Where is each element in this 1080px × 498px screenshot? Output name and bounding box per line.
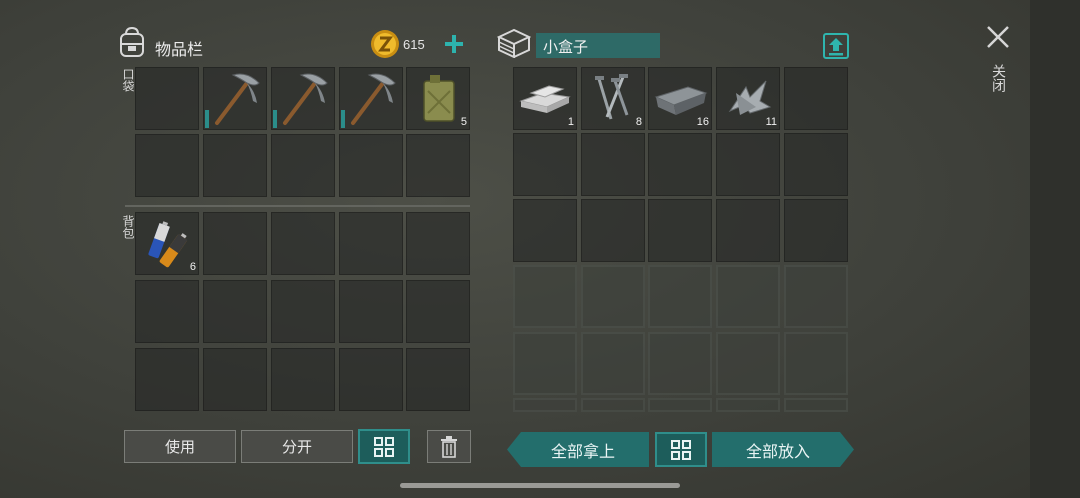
put-all-button[interactable]: 全部放入 [712, 432, 854, 467]
container-slot-locked [513, 332, 577, 395]
container-slot-locked [716, 332, 780, 395]
right-edge-panel [1030, 0, 1080, 498]
backpack-icon [117, 26, 147, 58]
item-count: 6 [189, 261, 196, 273]
container-slot-locked [648, 332, 712, 395]
container-slot-locked [716, 398, 780, 412]
split-button[interactable]: 分开 [241, 430, 353, 463]
container-slot-7[interactable] [581, 133, 645, 196]
home-indicator [400, 483, 680, 488]
pocket-slot-8[interactable] [271, 134, 335, 197]
backpack-slot-14[interactable] [339, 348, 403, 411]
container-slot-locked [716, 265, 780, 328]
close-button[interactable]: 关闭 [985, 24, 1011, 104]
container-slot-locked [784, 332, 848, 395]
container-slot-locked [581, 398, 645, 412]
close-label: 关闭 [990, 64, 1006, 92]
container-slot-3[interactable]: 16 [648, 67, 712, 130]
take-all-label: 全部拿上 [550, 441, 615, 461]
backpack-slot-9[interactable] [339, 280, 403, 343]
container-slot-8[interactable] [648, 133, 712, 196]
container-slot-12[interactable] [581, 199, 645, 262]
backpack-slot-12[interactable] [203, 348, 267, 411]
currency-amount: 615 [403, 37, 425, 52]
container-slot-5[interactable] [784, 67, 848, 130]
pocket-slot-1[interactable] [135, 67, 199, 130]
backpack-slot-2[interactable] [203, 212, 267, 275]
upload-icon [823, 33, 849, 59]
grid-icon [374, 436, 394, 457]
pocket-slot-10[interactable] [406, 134, 470, 197]
container-slot-11[interactable] [513, 199, 577, 262]
trash-button[interactable] [427, 430, 471, 463]
item-count: 11 [765, 116, 777, 128]
grid-icon [671, 439, 691, 460]
backpack-slot-5[interactable] [406, 212, 470, 275]
container-slot-1[interactable]: 1 [513, 67, 577, 130]
put-all-label: 全部放入 [745, 441, 810, 461]
backpack-slot-6[interactable] [135, 280, 199, 343]
backpack-slot-13[interactable] [271, 348, 335, 411]
inventory-title: 物品栏 [155, 40, 204, 59]
container-slot-6[interactable] [513, 133, 577, 196]
pickaxe-icon [215, 73, 260, 125]
pocket-slot-7[interactable] [203, 134, 267, 197]
section-divider [125, 205, 470, 207]
container-slot-locked [784, 265, 848, 328]
backpack-label: 背包 [121, 215, 135, 239]
pocket-slot-2[interactable] [203, 67, 267, 130]
container-slot-14[interactable] [716, 199, 780, 262]
container-slot-locked [581, 332, 645, 395]
backpack-slot-3[interactable] [271, 212, 335, 275]
container-slot-4[interactable]: 11 [716, 67, 780, 130]
container-slot-locked [648, 265, 712, 328]
use-button[interactable]: 使用 [124, 430, 236, 463]
upload-button[interactable] [823, 33, 849, 59]
box-icon [496, 28, 532, 59]
trash-icon [441, 435, 457, 458]
backpack-slot-10[interactable] [406, 280, 470, 343]
container-slot-9[interactable] [716, 133, 780, 196]
sort-container-button[interactable] [655, 432, 707, 467]
item-count: 1 [567, 116, 574, 128]
pocket-slot-4[interactable] [339, 67, 403, 130]
pickaxe-icon [283, 73, 328, 125]
plus-icon [445, 35, 463, 53]
pocket-slot-3[interactable] [271, 67, 335, 130]
backpack-slot-11[interactable] [135, 348, 199, 411]
container-slot-locked [648, 398, 712, 412]
item-count: 8 [635, 116, 642, 128]
pocket-slot-9[interactable] [339, 134, 403, 197]
backpack-slot-15[interactable] [406, 348, 470, 411]
pocket-slot-6[interactable] [135, 134, 199, 197]
container-name-field[interactable]: 小盒子 [536, 33, 660, 58]
container-slot-locked [513, 265, 577, 328]
pocket-label: 口袋 [121, 68, 135, 92]
container-slot-locked [513, 398, 577, 412]
item-count: 16 [696, 116, 709, 128]
coin-icon [370, 29, 400, 59]
add-currency-button[interactable] [443, 33, 465, 55]
container-slot-2[interactable]: 8 [581, 67, 645, 130]
backpack-slot-1[interactable]: 6 [135, 212, 199, 275]
item-count: 5 [460, 116, 467, 128]
pickaxe-icon [351, 73, 396, 125]
take-all-button[interactable]: 全部拿上 [507, 432, 649, 467]
sort-inventory-button[interactable] [358, 429, 410, 464]
pocket-slot-5[interactable]: 5 [406, 67, 470, 130]
container-slot-10[interactable] [784, 133, 848, 196]
container-slot-locked [581, 265, 645, 328]
backpack-slot-4[interactable] [339, 212, 403, 275]
container-slot-15[interactable] [784, 199, 848, 262]
backpack-slot-8[interactable] [271, 280, 335, 343]
backpack-slot-7[interactable] [203, 280, 267, 343]
close-icon [987, 26, 1009, 48]
container-slot-13[interactable] [648, 199, 712, 262]
container-slot-locked [784, 398, 848, 412]
container-name: 小盒子 [543, 38, 589, 56]
